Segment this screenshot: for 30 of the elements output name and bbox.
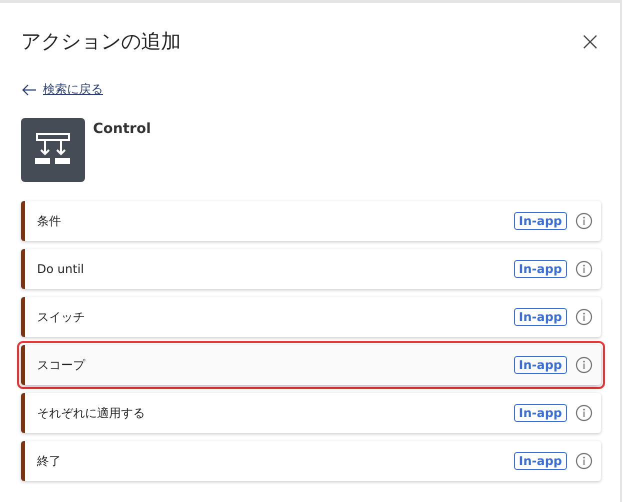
in-app-badge: In-app: [514, 212, 567, 230]
action-label: 条件: [37, 212, 62, 230]
back-link[interactable]: 検索に戻る: [43, 81, 103, 98]
action-item[interactable]: 条件 In-app: [21, 201, 601, 241]
in-app-badge: In-app: [514, 404, 567, 422]
action-item[interactable]: スイッチ In-app: [21, 297, 601, 337]
in-app-badge: In-app: [514, 452, 567, 470]
action-item[interactable]: 終了 In-app: [21, 441, 601, 481]
info-icon[interactable]: [575, 356, 593, 374]
info-icon[interactable]: [575, 260, 593, 278]
panel-title: アクションの追加: [21, 28, 181, 55]
info-icon[interactable]: [575, 452, 593, 470]
in-app-badge: In-app: [514, 260, 567, 278]
info-icon[interactable]: [575, 404, 593, 422]
control-connector-icon: [21, 118, 85, 182]
connector-name: Control: [93, 121, 151, 139]
in-app-badge: In-app: [514, 308, 567, 326]
action-label: それぞれに適用する: [37, 404, 146, 422]
action-label: 終了: [37, 452, 62, 470]
info-icon[interactable]: [575, 212, 593, 230]
info-icon[interactable]: [575, 308, 593, 326]
action-label: スイッチ: [37, 308, 86, 326]
action-item[interactable]: それぞれに適用する In-app: [21, 393, 601, 433]
close-button[interactable]: ×: [575, 28, 605, 54]
action-label: Do until: [37, 262, 85, 276]
in-app-badge: In-app: [514, 356, 567, 374]
action-label: スコープ: [37, 356, 86, 374]
action-item[interactable]: Do until In-app: [21, 249, 601, 289]
back-arrow-icon[interactable]: [21, 82, 37, 96]
action-item[interactable]: スコープ In-app: [21, 345, 601, 385]
